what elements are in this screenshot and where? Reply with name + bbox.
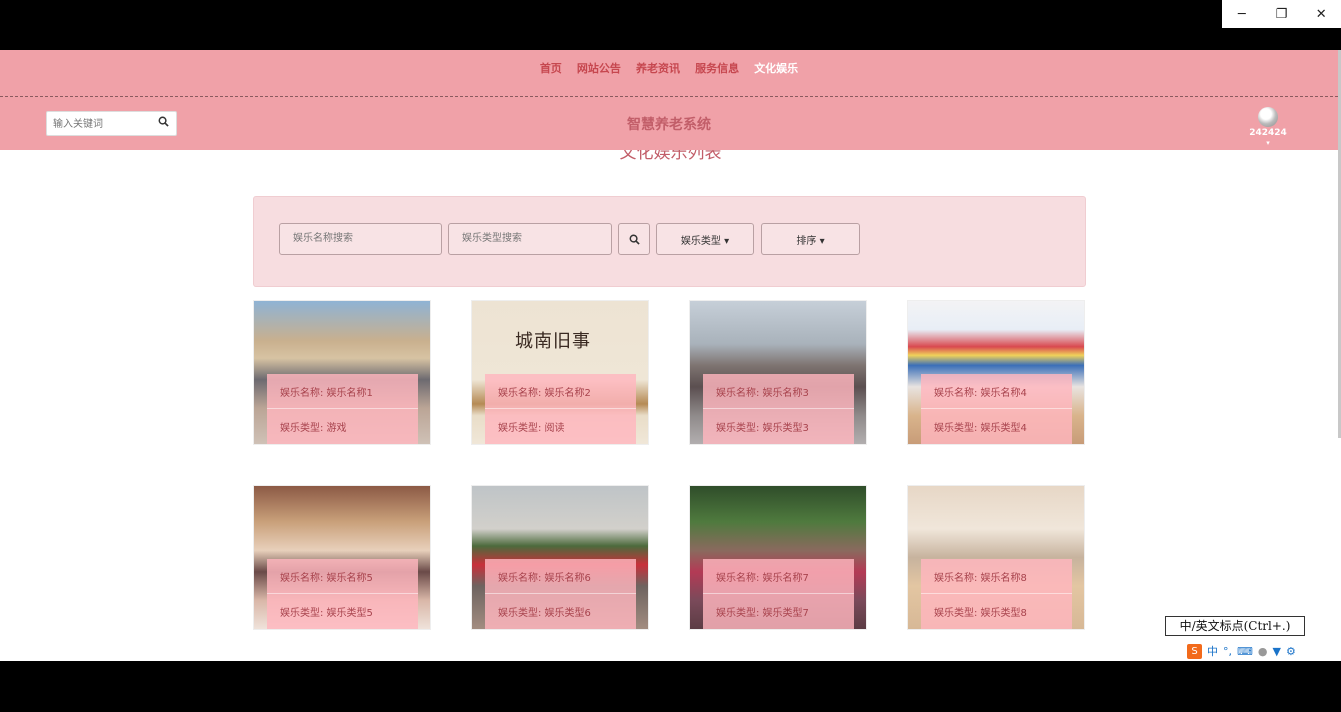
nav-home[interactable]: 首页 [540, 60, 562, 76]
user-menu[interactable]: 242424 ▾ [1246, 107, 1290, 148]
nav-announcements[interactable]: 网站公告 [577, 60, 621, 76]
card-type: 娱乐类型: 娱乐类型6 [498, 608, 591, 619]
user-icon[interactable]: ● [1258, 645, 1268, 658]
ime-toolbar: S 中 °, ⌨ ● ▼ ⚙ [1184, 641, 1341, 661]
card-type: 娱乐类型: 游戏 [280, 423, 347, 434]
entertainment-card[interactable]: 娱乐名称: 娱乐名称7 娱乐类型: 娱乐类型7 [689, 485, 867, 630]
filter-search-button[interactable] [618, 223, 650, 255]
page-viewport: 文化娱乐列表 首页 网站公告 养老资讯 服务信息 文化娱乐 智慧养老系统 242… [0, 50, 1341, 661]
entertainment-card[interactable]: 城南旧事 娱乐名称: 娱乐名称2 娱乐类型: 阅读 [471, 300, 649, 445]
type-search-input[interactable]: 娱乐类型搜索 [448, 223, 612, 255]
top-nav: 首页 网站公告 养老资讯 服务信息 文化娱乐 [0, 50, 1338, 97]
entertainment-card[interactable]: 娱乐名称: 娱乐名称5 娱乐类型: 娱乐类型5 [253, 485, 431, 630]
card-type: 娱乐类型: 娱乐类型8 [934, 608, 1027, 619]
card-name: 娱乐名称: 娱乐名称4 [934, 388, 1027, 399]
site-title: 智慧养老系统 [627, 117, 711, 133]
entertainment-card[interactable]: 娱乐名称: 娱乐名称1 娱乐类型: 游戏 [253, 300, 431, 445]
card-name: 娱乐名称: 娱乐名称8 [934, 573, 1027, 584]
card-name: 娱乐名称: 娱乐名称3 [716, 388, 809, 399]
window-controls: ─ ❐ ✕ [1222, 0, 1341, 28]
card-name: 娱乐名称: 娱乐名称5 [280, 573, 373, 584]
entertainment-card[interactable]: 娱乐名称: 娱乐名称6 娱乐类型: 娱乐类型6 [471, 485, 649, 630]
type-dropdown[interactable]: 娱乐类型 ▾ [656, 223, 754, 255]
entertainment-card[interactable]: 娱乐名称: 娱乐名称8 娱乐类型: 娱乐类型8 [907, 485, 1085, 630]
search-icon [629, 234, 640, 245]
settings-icon[interactable]: ⚙ [1286, 645, 1296, 658]
ime-language-toggle[interactable]: 中 [1207, 643, 1218, 659]
site-header: 首页 网站公告 养老资讯 服务信息 文化娱乐 智慧养老系统 242424 ▾ [0, 50, 1338, 150]
name-search-input[interactable]: 娱乐名称搜索 [279, 223, 442, 255]
keyboard-icon[interactable]: ⌨ [1237, 645, 1253, 658]
skin-icon[interactable]: ▼ [1273, 645, 1281, 658]
card-type: 娱乐类型: 娱乐类型3 [716, 423, 809, 434]
card-name: 娱乐名称: 娱乐名称7 [716, 573, 809, 584]
entertainment-card[interactable]: 娱乐名称: 娱乐名称4 娱乐类型: 娱乐类型4 [907, 300, 1085, 445]
sort-dropdown[interactable]: 排序 ▾ [761, 223, 860, 255]
bottom-letterbox [0, 661, 1341, 712]
card-name: 娱乐名称: 娱乐名称1 [280, 388, 373, 399]
nav-service-info[interactable]: 服务信息 [695, 60, 739, 76]
card-name: 娱乐名称: 娱乐名称6 [498, 573, 591, 584]
minimize-icon[interactable]: ─ [1222, 0, 1262, 28]
restore-icon[interactable]: ❐ [1262, 0, 1302, 28]
username: 242424 [1249, 128, 1287, 138]
card-type: 娱乐类型: 娱乐类型5 [280, 608, 373, 619]
card-name: 娱乐名称: 娱乐名称2 [498, 388, 591, 399]
nav-elderly-news[interactable]: 养老资讯 [636, 60, 680, 76]
book-cover-title: 城南旧事 [515, 331, 591, 352]
close-icon[interactable]: ✕ [1301, 0, 1341, 28]
card-type: 娱乐类型: 娱乐类型7 [716, 608, 809, 619]
avatar[interactable] [1258, 107, 1278, 127]
card-type: 娱乐类型: 阅读 [498, 423, 565, 434]
nav-culture-entertainment[interactable]: 文化娱乐 [754, 60, 798, 76]
punctuation-icon[interactable]: °, [1223, 645, 1232, 658]
entertainment-card[interactable]: 娱乐名称: 娱乐名称3 娱乐类型: 娱乐类型3 [689, 300, 867, 445]
ime-logo-icon[interactable]: S [1187, 643, 1202, 659]
card-type: 娱乐类型: 娱乐类型4 [934, 423, 1027, 434]
ime-tooltip: 中/英文标点(Ctrl+.) [1165, 616, 1305, 636]
chevron-down-icon: ▾ [1266, 139, 1270, 147]
window-titlebar: ─ ❐ ✕ [0, 0, 1341, 50]
filter-panel: 娱乐名称搜索 娱乐类型搜索 娱乐类型 ▾ 排序 ▾ [253, 196, 1086, 287]
